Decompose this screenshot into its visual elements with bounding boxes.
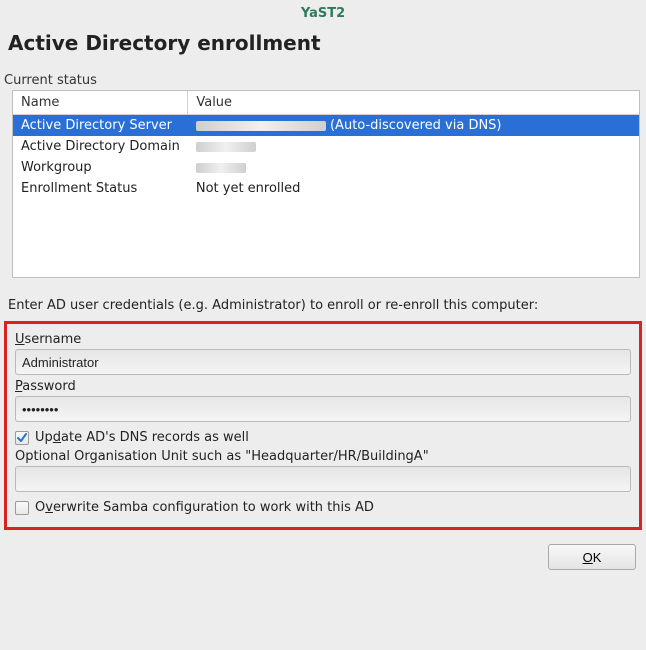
table-row[interactable]: Workgroup	[13, 157, 639, 178]
update-dns-row[interactable]: Update AD's DNS records as well	[15, 430, 631, 445]
row-name: Active Directory Server	[13, 115, 188, 137]
password-field[interactable]	[15, 396, 631, 422]
button-row: OK	[0, 540, 646, 570]
overwrite-samba-row[interactable]: Overwrite Samba configuration to work wi…	[15, 500, 631, 515]
username-mnemonic: U	[15, 332, 25, 347]
redacted-value	[196, 142, 256, 152]
ok-button[interactable]: OK	[548, 544, 636, 570]
current-status-label: Current status	[4, 73, 646, 88]
update-dns-checkbox[interactable]	[15, 431, 29, 445]
row-value: (Auto-discovered via DNS)	[188, 115, 639, 137]
overwrite-samba-label: Overwrite Samba configuration to work wi…	[35, 500, 374, 515]
row-name: Enrollment Status	[13, 178, 188, 199]
ou-label: Optional Organisation Unit such as "Head…	[15, 449, 631, 464]
window-title: YaST2	[0, 0, 646, 25]
check-icon	[16, 432, 28, 444]
row-name: Workgroup	[13, 157, 188, 178]
row-value	[188, 157, 639, 178]
ou-field[interactable]	[15, 466, 631, 492]
password-label: Password	[15, 379, 631, 394]
redacted-value	[196, 163, 246, 173]
credentials-highlight-box: Username Password Update AD's DNS record…	[4, 321, 642, 530]
update-dns-label: Update AD's DNS records as well	[35, 430, 249, 445]
row-value: Not yet enrolled	[188, 178, 639, 199]
status-table[interactable]: Name Value Active Directory Server (Auto…	[13, 91, 639, 199]
page-title: Active Directory enrollment	[8, 31, 646, 55]
row-value-suffix: (Auto-discovered via DNS)	[330, 118, 502, 133]
row-value	[188, 136, 639, 157]
overwrite-samba-checkbox[interactable]	[15, 501, 29, 515]
table-row[interactable]: Active Directory Server (Auto-discovered…	[13, 115, 639, 137]
yast-window: YaST2 Active Directory enrollment Curren…	[0, 0, 646, 580]
username-label: Username	[15, 332, 631, 347]
status-header-value[interactable]: Value	[188, 91, 639, 115]
table-row[interactable]: Active Directory Domain	[13, 136, 639, 157]
status-header-name[interactable]: Name	[13, 91, 188, 115]
row-name: Active Directory Domain	[13, 136, 188, 157]
status-table-container: Name Value Active Directory Server (Auto…	[12, 90, 640, 278]
username-field[interactable]	[15, 349, 631, 375]
table-row[interactable]: Enrollment Status Not yet enrolled	[13, 178, 639, 199]
credentials-instruction: Enter AD user credentials (e.g. Administ…	[8, 298, 638, 313]
redacted-value	[196, 121, 326, 131]
